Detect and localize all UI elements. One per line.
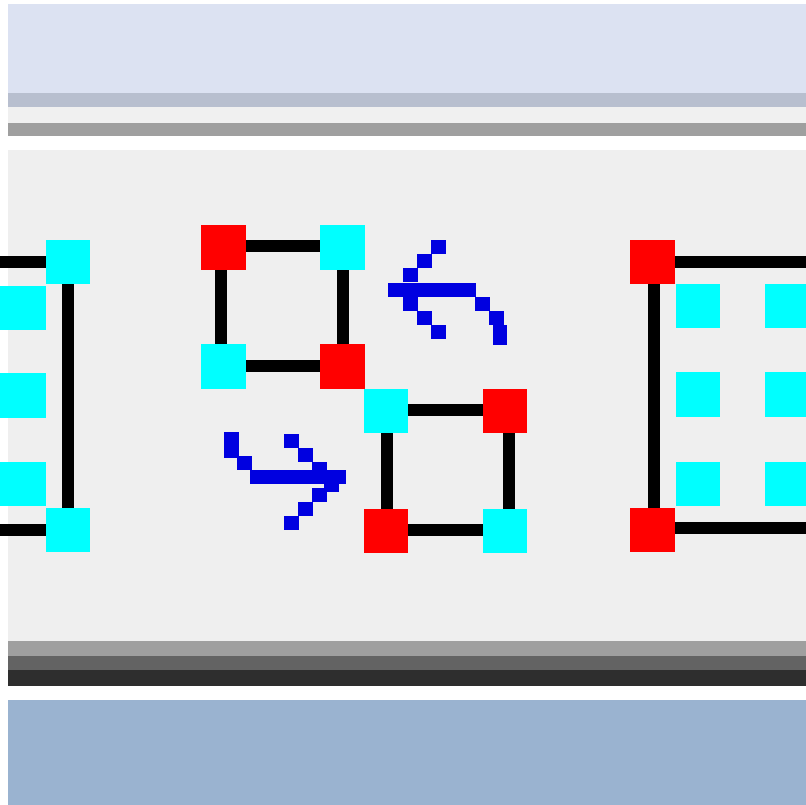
toolbar-top-rule — [8, 123, 806, 136]
corner-node-icon — [201, 225, 246, 270]
toolbar — [0, 150, 806, 641]
align-right-edge-button[interactable] — [630, 238, 806, 558]
status-band — [8, 700, 806, 805]
node-rectangle-right-partial-icon — [630, 240, 806, 552]
title-bar-shadow — [8, 93, 806, 107]
swap-node-squares-icon — [201, 225, 527, 553]
toolbar-bottom-rule-mid — [8, 656, 806, 670]
handle-node-icon — [320, 225, 365, 270]
handle-node-icon — [201, 344, 246, 389]
toolbar-bottom-highlight — [8, 686, 806, 700]
handle-node-icon — [364, 389, 408, 433]
toolbar-top-highlight — [8, 136, 806, 150]
toolbar-bottom-rule-dark — [8, 670, 806, 686]
corner-node-icon — [364, 509, 408, 553]
toolbar-top-gap — [8, 107, 806, 123]
corner-node-icon — [483, 389, 527, 433]
handle-node-icon — [483, 509, 527, 553]
swap-nodes-button[interactable] — [198, 222, 538, 562]
arrow-left-icon — [388, 240, 507, 345]
toolbar-bottom-rule-light — [8, 641, 806, 656]
node-square-left-partial-icon — [0, 240, 90, 552]
title-bar — [8, 0, 806, 93]
arrow-right-icon — [224, 432, 346, 530]
align-left-edge-button[interactable] — [0, 230, 100, 560]
corner-node-icon — [320, 344, 365, 389]
